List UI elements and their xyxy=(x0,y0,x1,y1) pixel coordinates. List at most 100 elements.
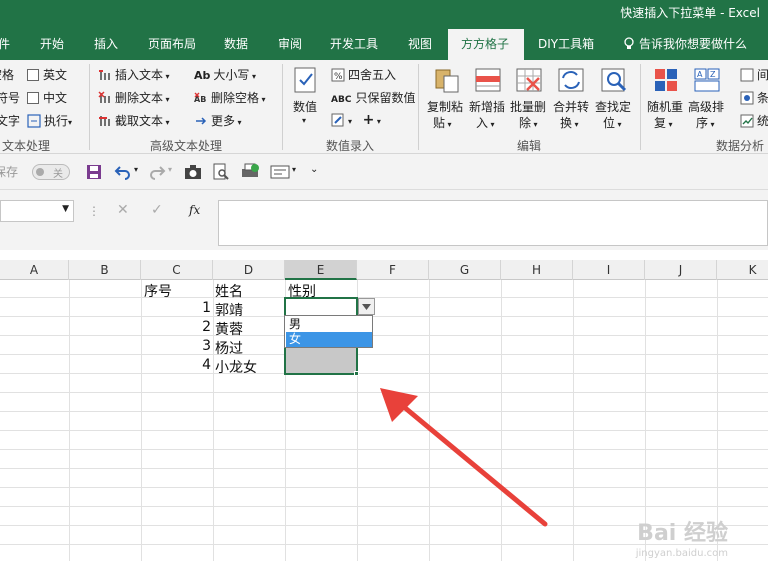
tab-home[interactable]: 开始 xyxy=(40,35,64,52)
cell-name-2[interactable]: 黄蓉 xyxy=(215,319,243,339)
btn-condition[interactable]: 条 xyxy=(740,89,768,106)
header-cell-gender[interactable]: 性别 xyxy=(288,281,316,301)
undo-icon[interactable] xyxy=(114,163,132,181)
redo-dropdown[interactable]: ▾ xyxy=(168,165,172,174)
cancel-icon[interactable]: ✕ xyxy=(117,202,129,218)
form-dropdown[interactable]: ▾ xyxy=(292,165,296,174)
insert-function-icon[interactable]: fx xyxy=(189,203,200,217)
name-box[interactable]: ▼ xyxy=(0,200,74,222)
tab-diy-toolbox[interactable]: DIY工具箱 xyxy=(538,35,594,52)
print-icon[interactable] xyxy=(240,163,260,181)
btn-advanced-sort[interactable]: 高级排 xyxy=(688,98,724,115)
tab-review[interactable]: 审阅 xyxy=(278,35,302,52)
btn-more[interactable]: 更多 ▾ xyxy=(194,112,242,129)
col-header-g[interactable]: G xyxy=(429,260,501,280)
col-header-e[interactable]: E xyxy=(285,260,357,280)
btn-random-repeat[interactable]: 随机重 xyxy=(647,98,683,115)
btn-edit-tools[interactable]: ▾ + ▾ xyxy=(331,112,381,128)
btn-insert-new[interactable]: 新增插 xyxy=(469,98,505,115)
col-header-k[interactable]: K xyxy=(717,260,768,280)
cell-no-3[interactable]: 3 xyxy=(141,338,211,354)
tab-developer[interactable]: 开发工具 xyxy=(330,35,378,52)
col-header-b[interactable]: B xyxy=(69,260,141,280)
cell-name-1[interactable]: 郭靖 xyxy=(215,300,243,320)
col-header-d[interactable]: D xyxy=(213,260,285,280)
cell-name-4[interactable]: 小龙女 xyxy=(215,357,257,377)
btn-text[interactable]: 文字 xyxy=(0,112,20,129)
group-label-numeric-input: 数值录入 xyxy=(326,139,375,153)
col-header-f[interactable]: F xyxy=(357,260,429,280)
cell-no-2[interactable]: 2 xyxy=(141,319,211,335)
btn-merge-convert-l2[interactable]: 换 ▾ xyxy=(560,114,579,131)
lightbulb-icon xyxy=(624,37,634,49)
customize-qat-icon[interactable]: ⌄ xyxy=(310,164,318,175)
col-header-j[interactable]: J xyxy=(645,260,717,280)
tab-file[interactable]: 件 xyxy=(0,35,10,52)
btn-delete-text[interactable]: 删除文本 ▾ xyxy=(98,89,170,106)
btn-interval[interactable]: 间 xyxy=(740,66,768,83)
form-icon[interactable] xyxy=(270,165,290,179)
tab-view[interactable]: 视图 xyxy=(408,35,432,52)
label-advanced-sort-l2: 序 xyxy=(696,116,709,130)
save-icon[interactable] xyxy=(86,164,102,180)
btn-batch-delete[interactable]: 批量删 xyxy=(510,98,546,115)
btn-statistics[interactable]: 统 xyxy=(740,112,768,129)
btn-advanced-sort-l2[interactable]: 序 ▾ xyxy=(696,114,715,131)
undo-dropdown[interactable]: ▾ xyxy=(134,165,138,174)
chevron-down-icon[interactable]: ▼ xyxy=(62,204,69,214)
cell-name-3[interactable]: 杨过 xyxy=(215,338,243,358)
redo-icon[interactable] xyxy=(148,163,166,181)
group-separator xyxy=(418,64,419,150)
btn-case[interactable]: Ab 大小写 ▾ xyxy=(194,66,256,83)
btn-random-repeat-l2[interactable]: 复 ▾ xyxy=(654,114,673,131)
numeric-dropdown-arrow[interactable]: ▾ xyxy=(302,116,306,125)
col-header-h[interactable]: H xyxy=(501,260,573,280)
btn-numeric[interactable]: 数值 xyxy=(293,98,317,115)
tab-insert[interactable]: 插入 xyxy=(94,35,118,52)
col-header-c[interactable]: C xyxy=(141,260,213,280)
btn-symbol[interactable]: 符号 xyxy=(0,89,20,106)
svg-text:Z: Z xyxy=(710,70,716,79)
header-cell-name[interactable]: 姓名 xyxy=(215,281,243,301)
autosave-toggle[interactable]: 关 xyxy=(32,164,70,180)
cell-no-1[interactable]: 1 xyxy=(141,300,211,316)
label-more: 更多 xyxy=(211,114,236,128)
btn-find-locate[interactable]: 查找定 xyxy=(595,98,631,115)
chk-chinese[interactable]: 中文 xyxy=(27,89,67,106)
btn-round[interactable]: % 四舍五入 xyxy=(331,66,396,83)
header-cell-no[interactable]: 序号 xyxy=(144,281,172,301)
btn-extract-text[interactable]: 截取文本 ▾ xyxy=(98,112,170,129)
fill-handle[interactable] xyxy=(354,371,359,376)
btn-find-locate-l2[interactable]: 位 ▾ xyxy=(603,114,622,131)
cell-no-4[interactable]: 4 xyxy=(141,357,211,373)
btn-copy-paste-l2[interactable]: 贴 ▾ xyxy=(433,114,452,131)
dropdown-option-female[interactable]: 女 xyxy=(286,332,372,347)
insert-rows-icon xyxy=(475,68,501,92)
btn-keep-numeric[interactable]: ABC 只保留数值 xyxy=(331,89,415,106)
btn-insert-text[interactable]: 插入文本 ▾ xyxy=(98,66,170,83)
formula-bar-input[interactable] xyxy=(218,200,768,246)
chk-english[interactable]: 英文 xyxy=(27,66,67,83)
btn-space[interactable]: 空格 xyxy=(0,66,14,83)
label-random-repeat-l2: 复 xyxy=(654,116,667,130)
group-separator xyxy=(640,64,641,150)
dropdown-option-male[interactable]: 男 xyxy=(286,317,372,332)
btn-insert-new-l2[interactable]: 入 ▾ xyxy=(476,114,495,131)
tell-me-box[interactable]: 告诉我你想要做什么 xyxy=(622,35,747,52)
btn-copy-paste[interactable]: 复制粘 xyxy=(427,98,463,115)
camera-icon[interactable] xyxy=(184,164,202,180)
btn-batch-delete-l2[interactable]: 除 ▾ xyxy=(519,114,538,131)
dropdown-arrow-button[interactable] xyxy=(358,298,375,315)
col-header-i[interactable]: I xyxy=(573,260,645,280)
tab-page-layout[interactable]: 页面布局 xyxy=(148,35,196,52)
btn-merge-convert[interactable]: 合并转 xyxy=(553,98,589,115)
btn-execute[interactable]: 执行▾ xyxy=(27,112,72,129)
quick-access-toolbar: 保存 关 ▾ ▾ ▾ ⌄ xyxy=(0,154,768,190)
enter-icon[interactable]: ✓ xyxy=(151,202,163,218)
insert-text-icon xyxy=(99,70,110,80)
btn-delete-space[interactable]: AB 删除空格 ▾ xyxy=(194,89,266,106)
print-preview-icon[interactable] xyxy=(212,163,230,181)
tab-fangfang[interactable]: 方方格子 xyxy=(461,35,509,52)
col-header-a[interactable]: A xyxy=(0,260,69,280)
tab-data[interactable]: 数据 xyxy=(224,35,248,52)
